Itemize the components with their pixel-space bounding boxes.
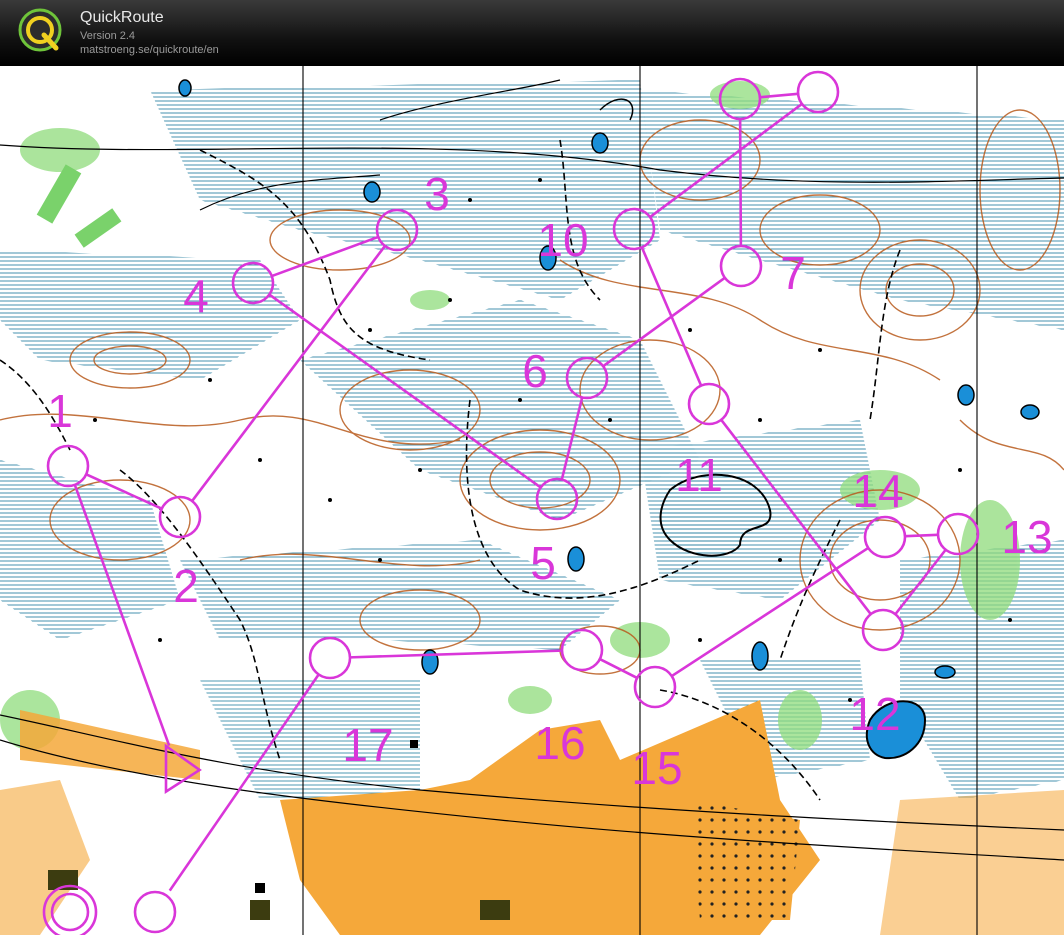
- control-number-15: 15: [631, 742, 682, 794]
- map-canvas[interactable]: 12345671011121314151617: [0, 66, 1064, 935]
- control-number-7: 7: [780, 247, 806, 299]
- quickroute-logo-icon: [18, 8, 62, 52]
- control-number-11: 11: [675, 449, 723, 501]
- control-number-13: 13: [1001, 511, 1052, 563]
- app-title: QuickRoute: [80, 9, 164, 26]
- control-number-16: 16: [534, 717, 585, 769]
- app-version: Version 2.4: [80, 30, 136, 42]
- app-url[interactable]: matstroeng.se/quickroute/en: [80, 44, 219, 56]
- control-number-14: 14: [852, 465, 903, 517]
- control-number-12: 12: [849, 688, 900, 740]
- control-number-17: 17: [342, 719, 393, 771]
- control-number-5: 5: [530, 537, 556, 589]
- control-number-4: 4: [183, 270, 209, 322]
- control-number-10: 10: [537, 214, 588, 266]
- course-leg: [738, 118, 743, 247]
- orienteering-map[interactable]: 1 2 3 4 5 6 7 10 11 12 13 14 15 16 17: [0, 66, 1064, 935]
- control-number-3: 3: [424, 168, 450, 220]
- control-number-6: 6: [522, 345, 548, 397]
- course-leg: [904, 533, 939, 538]
- control-number-2: 2: [173, 560, 199, 612]
- control-number-1: 1: [47, 385, 73, 437]
- title-bar: QuickRoute Version 2.4 matstroeng.se/qui…: [0, 0, 1064, 66]
